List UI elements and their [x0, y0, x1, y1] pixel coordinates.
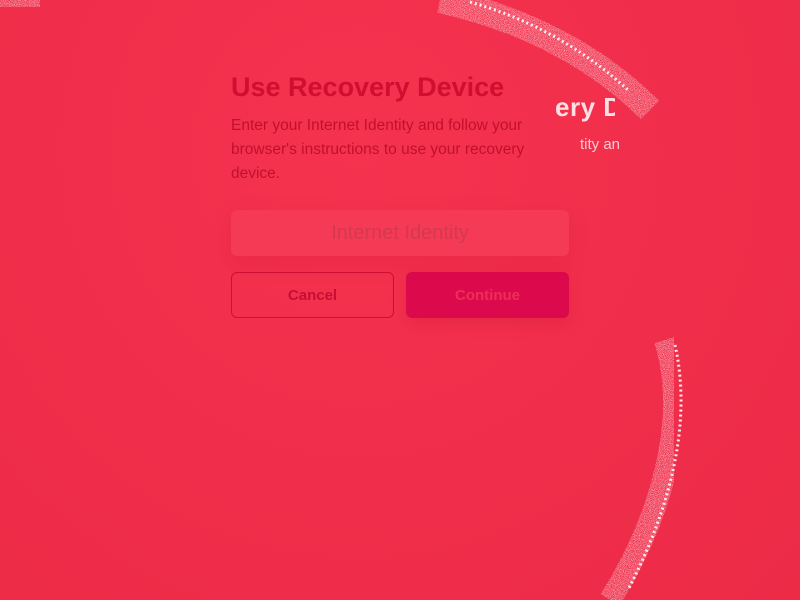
dialog-title: Use Recovery Device: [231, 72, 505, 102]
recovery-dialog: Use Recovery Device Enter your Internet …: [231, 70, 569, 318]
cancel-button[interactable]: Cancel: [231, 272, 394, 318]
internet-identity-input[interactable]: [231, 210, 569, 256]
continue-button[interactable]: Continue: [406, 272, 569, 318]
identity-input-container: [231, 210, 569, 256]
dialog-description: Enter your Internet Identity and follow …: [231, 117, 525, 182]
background-ghost-subtitle: tity an: [580, 136, 621, 153]
button-row: Cancel Continue: [231, 272, 569, 318]
